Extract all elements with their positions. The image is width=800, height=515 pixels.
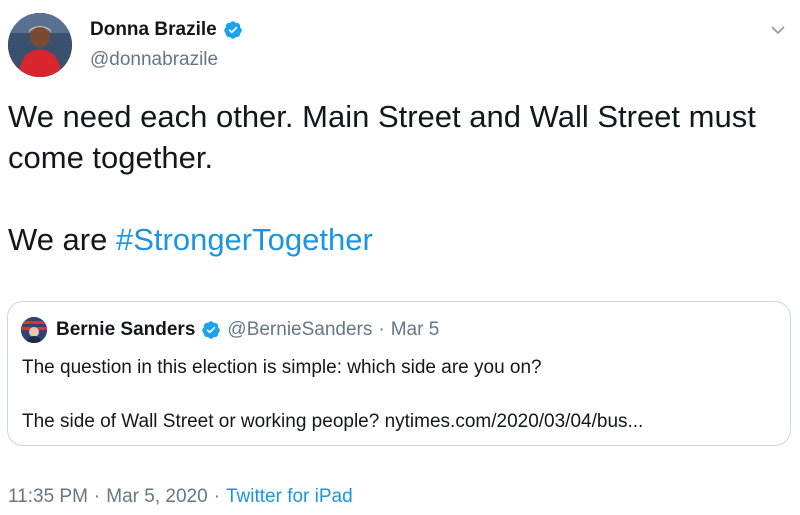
- quoted-avatar-image: [21, 317, 47, 343]
- quoted-separator: ·: [378, 319, 385, 340]
- tweet-time[interactable]: 11:35 PM: [8, 486, 88, 508]
- quoted-author-avatar: [21, 317, 47, 343]
- quoted-header: Bernie Sanders @BernieSanders · Mar 5: [56, 319, 439, 341]
- tweet-line-2: come together.: [8, 140, 214, 175]
- quoted-line-2: The side of Wall Street or working peopl…: [22, 411, 644, 432]
- tweet-line-3-prefix: We are: [8, 222, 116, 257]
- author-name-row: Donna Brazile: [90, 19, 243, 41]
- quoted-line-1: The question in this election is simple:…: [22, 357, 542, 378]
- author-handle[interactable]: @donnabrazile: [90, 49, 218, 71]
- tweet-source-link[interactable]: Twitter for iPad: [226, 486, 353, 508]
- quoted-author-name: Bernie Sanders: [56, 319, 196, 340]
- verified-badge-icon: [223, 21, 242, 39]
- tweet-line-3: We are #StrongerTogether: [8, 219, 788, 260]
- tweet-line-1: We need each other. Main Street and Wall…: [8, 99, 756, 134]
- quoted-author-handle: @BernieSanders: [227, 319, 373, 340]
- quoted-tweet[interactable]: Bernie Sanders @BernieSanders · Mar 5 Th…: [7, 301, 791, 446]
- author-name[interactable]: Donna Brazile: [90, 19, 217, 41]
- quoted-text: The question in this election is simple:…: [22, 354, 643, 435]
- chevron-down-icon[interactable]: [768, 20, 788, 40]
- hashtag-link[interactable]: #StrongerTogether: [116, 222, 373, 257]
- tweet-metadata: 11:35 PM · Mar 5, 2020 · Twitter for iPa…: [8, 486, 353, 508]
- quoted-date: Mar 5: [390, 319, 440, 340]
- meta-separator-2: ·: [213, 486, 220, 507]
- quoted-verified-badge-icon: [202, 321, 221, 339]
- author-avatar[interactable]: [8, 13, 72, 77]
- tweet-date[interactable]: Mar 5, 2020: [106, 486, 207, 508]
- tweet-text: We need each other. Main Street and Wall…: [8, 96, 788, 260]
- meta-separator-1: ·: [93, 486, 101, 507]
- avatar-image: [8, 13, 72, 77]
